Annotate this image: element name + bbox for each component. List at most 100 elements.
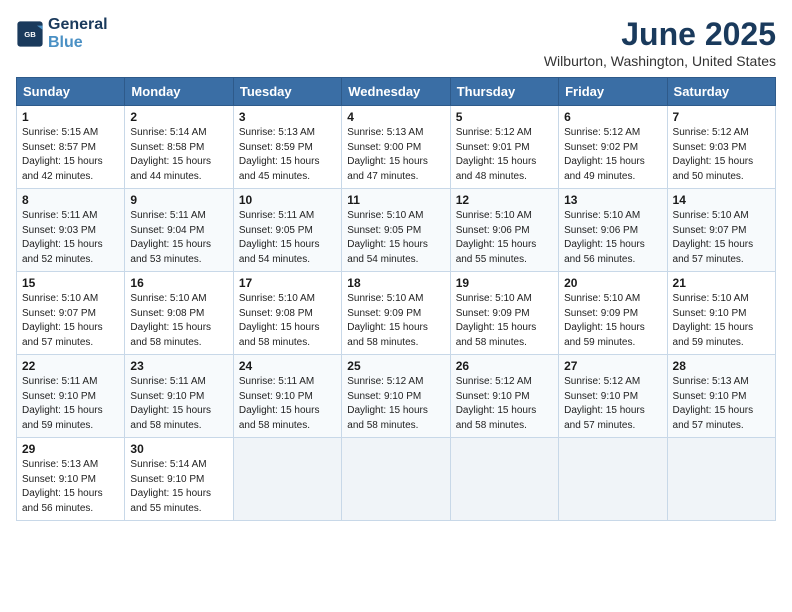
day-number: 9 — [130, 193, 227, 207]
day-number: 24 — [239, 359, 336, 373]
day-cell-6: 6 Sunrise: 5:12 AM Sunset: 9:02 PM Dayli… — [559, 106, 667, 189]
day-info: Sunrise: 5:11 AM Sunset: 9:05 PM Dayligh… — [239, 209, 336, 267]
day-cell-13: 13 Sunrise: 5:10 AM Sunset: 9:06 PM Dayl… — [559, 189, 667, 272]
day-number: 5 — [456, 110, 553, 124]
day-number: 18 — [347, 276, 444, 290]
day-cell-14: 14 Sunrise: 5:10 AM Sunset: 9:07 PM Dayl… — [667, 189, 775, 272]
day-cell-18: 18 Sunrise: 5:10 AM Sunset: 9:09 PM Dayl… — [342, 272, 450, 355]
day-number: 25 — [347, 359, 444, 373]
day-info: Sunrise: 5:14 AM Sunset: 9:10 PM Dayligh… — [130, 458, 227, 516]
day-number: 30 — [130, 442, 227, 456]
day-info: Sunrise: 5:10 AM Sunset: 9:09 PM Dayligh… — [564, 292, 661, 350]
day-info: Sunrise: 5:11 AM Sunset: 9:10 PM Dayligh… — [130, 375, 227, 433]
day-cell-11: 11 Sunrise: 5:10 AM Sunset: 9:05 PM Dayl… — [342, 189, 450, 272]
title-block: June 2025 Wilburton, Washington, United … — [544, 16, 776, 69]
day-info: Sunrise: 5:12 AM Sunset: 9:01 PM Dayligh… — [456, 126, 553, 184]
day-info: Sunrise: 5:10 AM Sunset: 9:06 PM Dayligh… — [456, 209, 553, 267]
calendar-title: June 2025 — [544, 16, 776, 53]
day-number: 26 — [456, 359, 553, 373]
day-number: 28 — [673, 359, 770, 373]
day-number: 7 — [673, 110, 770, 124]
day-cell-8: 8 Sunrise: 5:11 AM Sunset: 9:03 PM Dayli… — [17, 189, 125, 272]
day-info: Sunrise: 5:13 AM Sunset: 9:10 PM Dayligh… — [673, 375, 770, 433]
day-cell-22: 22 Sunrise: 5:11 AM Sunset: 9:10 PM Dayl… — [17, 355, 125, 438]
weekday-header-row: SundayMondayTuesdayWednesdayThursdayFrid… — [17, 78, 776, 106]
day-info: Sunrise: 5:12 AM Sunset: 9:10 PM Dayligh… — [347, 375, 444, 433]
week-row-2: 8 Sunrise: 5:11 AM Sunset: 9:03 PM Dayli… — [17, 189, 776, 272]
page-header: GB General Blue June 2025 Wilburton, Was… — [16, 16, 776, 69]
day-info: Sunrise: 5:15 AM Sunset: 8:57 PM Dayligh… — [22, 126, 119, 184]
day-number: 11 — [347, 193, 444, 207]
day-cell-27: 27 Sunrise: 5:12 AM Sunset: 9:10 PM Dayl… — [559, 355, 667, 438]
day-cell-17: 17 Sunrise: 5:10 AM Sunset: 9:08 PM Dayl… — [233, 272, 341, 355]
day-cell-21: 21 Sunrise: 5:10 AM Sunset: 9:10 PM Dayl… — [667, 272, 775, 355]
day-cell-29: 29 Sunrise: 5:13 AM Sunset: 9:10 PM Dayl… — [17, 438, 125, 521]
day-info: Sunrise: 5:10 AM Sunset: 9:09 PM Dayligh… — [456, 292, 553, 350]
weekday-header-thursday: Thursday — [450, 78, 558, 106]
day-number: 20 — [564, 276, 661, 290]
day-cell-30: 30 Sunrise: 5:14 AM Sunset: 9:10 PM Dayl… — [125, 438, 233, 521]
day-cell-12: 12 Sunrise: 5:10 AM Sunset: 9:06 PM Dayl… — [450, 189, 558, 272]
day-cell-5: 5 Sunrise: 5:12 AM Sunset: 9:01 PM Dayli… — [450, 106, 558, 189]
day-info: Sunrise: 5:12 AM Sunset: 9:10 PM Dayligh… — [564, 375, 661, 433]
day-cell-15: 15 Sunrise: 5:10 AM Sunset: 9:07 PM Dayl… — [17, 272, 125, 355]
day-cell-7: 7 Sunrise: 5:12 AM Sunset: 9:03 PM Dayli… — [667, 106, 775, 189]
day-cell-20: 20 Sunrise: 5:10 AM Sunset: 9:09 PM Dayl… — [559, 272, 667, 355]
empty-cell — [667, 438, 775, 521]
day-info: Sunrise: 5:10 AM Sunset: 9:05 PM Dayligh… — [347, 209, 444, 267]
day-cell-1: 1 Sunrise: 5:15 AM Sunset: 8:57 PM Dayli… — [17, 106, 125, 189]
day-info: Sunrise: 5:11 AM Sunset: 9:04 PM Dayligh… — [130, 209, 227, 267]
day-number: 8 — [22, 193, 119, 207]
day-info: Sunrise: 5:12 AM Sunset: 9:03 PM Dayligh… — [673, 126, 770, 184]
day-info: Sunrise: 5:12 AM Sunset: 9:02 PM Dayligh… — [564, 126, 661, 184]
weekday-header-friday: Friday — [559, 78, 667, 106]
day-number: 14 — [673, 193, 770, 207]
logo-text: General Blue — [48, 16, 108, 51]
day-number: 12 — [456, 193, 553, 207]
day-info: Sunrise: 5:13 AM Sunset: 8:59 PM Dayligh… — [239, 126, 336, 184]
day-cell-25: 25 Sunrise: 5:12 AM Sunset: 9:10 PM Dayl… — [342, 355, 450, 438]
weekday-header-monday: Monday — [125, 78, 233, 106]
day-number: 29 — [22, 442, 119, 456]
week-row-1: 1 Sunrise: 5:15 AM Sunset: 8:57 PM Dayli… — [17, 106, 776, 189]
day-number: 27 — [564, 359, 661, 373]
week-row-3: 15 Sunrise: 5:10 AM Sunset: 9:07 PM Dayl… — [17, 272, 776, 355]
day-info: Sunrise: 5:10 AM Sunset: 9:07 PM Dayligh… — [22, 292, 119, 350]
day-cell-9: 9 Sunrise: 5:11 AM Sunset: 9:04 PM Dayli… — [125, 189, 233, 272]
day-info: Sunrise: 5:10 AM Sunset: 9:09 PM Dayligh… — [347, 292, 444, 350]
day-number: 10 — [239, 193, 336, 207]
day-info: Sunrise: 5:11 AM Sunset: 9:03 PM Dayligh… — [22, 209, 119, 267]
day-info: Sunrise: 5:10 AM Sunset: 9:08 PM Dayligh… — [239, 292, 336, 350]
day-cell-16: 16 Sunrise: 5:10 AM Sunset: 9:08 PM Dayl… — [125, 272, 233, 355]
day-cell-28: 28 Sunrise: 5:13 AM Sunset: 9:10 PM Dayl… — [667, 355, 775, 438]
day-cell-10: 10 Sunrise: 5:11 AM Sunset: 9:05 PM Dayl… — [233, 189, 341, 272]
empty-cell — [559, 438, 667, 521]
day-number: 15 — [22, 276, 119, 290]
day-cell-3: 3 Sunrise: 5:13 AM Sunset: 8:59 PM Dayli… — [233, 106, 341, 189]
day-info: Sunrise: 5:10 AM Sunset: 9:10 PM Dayligh… — [673, 292, 770, 350]
empty-cell — [233, 438, 341, 521]
day-cell-24: 24 Sunrise: 5:11 AM Sunset: 9:10 PM Dayl… — [233, 355, 341, 438]
day-info: Sunrise: 5:13 AM Sunset: 9:00 PM Dayligh… — [347, 126, 444, 184]
day-cell-19: 19 Sunrise: 5:10 AM Sunset: 9:09 PM Dayl… — [450, 272, 558, 355]
svg-text:GB: GB — [24, 29, 36, 38]
day-number: 3 — [239, 110, 336, 124]
day-number: 6 — [564, 110, 661, 124]
week-row-5: 29 Sunrise: 5:13 AM Sunset: 9:10 PM Dayl… — [17, 438, 776, 521]
calendar-subtitle: Wilburton, Washington, United States — [544, 53, 776, 69]
empty-cell — [450, 438, 558, 521]
day-number: 22 — [22, 359, 119, 373]
empty-cell — [342, 438, 450, 521]
day-info: Sunrise: 5:14 AM Sunset: 8:58 PM Dayligh… — [130, 126, 227, 184]
day-info: Sunrise: 5:10 AM Sunset: 9:06 PM Dayligh… — [564, 209, 661, 267]
day-number: 23 — [130, 359, 227, 373]
day-cell-26: 26 Sunrise: 5:12 AM Sunset: 9:10 PM Dayl… — [450, 355, 558, 438]
week-row-4: 22 Sunrise: 5:11 AM Sunset: 9:10 PM Dayl… — [17, 355, 776, 438]
day-number: 17 — [239, 276, 336, 290]
weekday-header-tuesday: Tuesday — [233, 78, 341, 106]
day-number: 16 — [130, 276, 227, 290]
day-cell-23: 23 Sunrise: 5:11 AM Sunset: 9:10 PM Dayl… — [125, 355, 233, 438]
day-info: Sunrise: 5:10 AM Sunset: 9:08 PM Dayligh… — [130, 292, 227, 350]
day-info: Sunrise: 5:10 AM Sunset: 9:07 PM Dayligh… — [673, 209, 770, 267]
weekday-header-sunday: Sunday — [17, 78, 125, 106]
